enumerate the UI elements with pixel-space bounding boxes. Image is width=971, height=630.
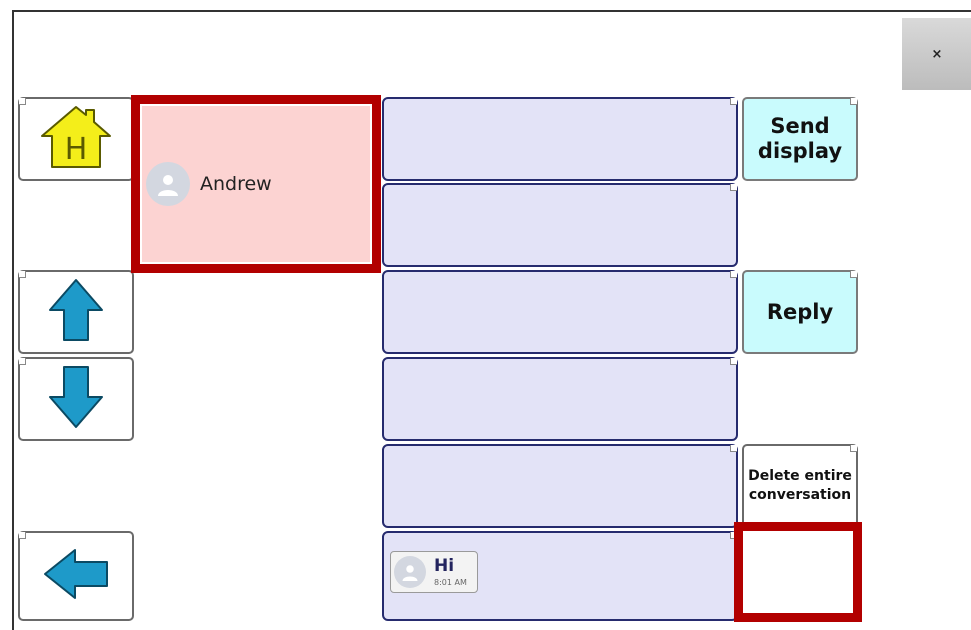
send-display-label: Send display bbox=[757, 114, 843, 163]
delete-conversation-label: Delete entire conversation bbox=[748, 468, 852, 503]
home-icon: H bbox=[39, 104, 113, 174]
message-bubble: Hi 8:01 AM bbox=[390, 551, 478, 593]
person-icon bbox=[394, 556, 426, 588]
arrow-left-icon bbox=[43, 548, 109, 604]
contact-andrew[interactable]: Andrew bbox=[131, 95, 381, 273]
message-text: Hi bbox=[434, 555, 455, 576]
message-slot-6[interactable]: Hi 8:01 AM bbox=[382, 531, 738, 621]
person-icon bbox=[146, 162, 190, 206]
scroll-down-button[interactable] bbox=[18, 357, 134, 441]
home-button[interactable]: H bbox=[18, 97, 134, 181]
message-slot-1[interactable] bbox=[382, 97, 738, 181]
back-button[interactable] bbox=[18, 531, 134, 621]
close-button[interactable]: × bbox=[902, 18, 971, 90]
contact-card: Andrew bbox=[142, 106, 370, 262]
reply-label: Reply bbox=[766, 299, 834, 324]
send-display-button[interactable]: Send display bbox=[742, 97, 858, 181]
contact-name: Andrew bbox=[200, 173, 272, 195]
message-slot-3[interactable] bbox=[382, 270, 738, 354]
arrow-down-icon bbox=[48, 365, 104, 433]
arrow-up-icon bbox=[48, 278, 104, 346]
message-slot-2[interactable] bbox=[382, 183, 738, 267]
message-slot-5[interactable] bbox=[382, 444, 738, 528]
message-slot-4[interactable] bbox=[382, 357, 738, 441]
close-label: × bbox=[931, 46, 943, 62]
scroll-up-button[interactable] bbox=[18, 270, 134, 354]
reply-button[interactable]: Reply bbox=[742, 270, 858, 354]
delete-conversation-button[interactable]: Delete entire conversation bbox=[742, 444, 858, 528]
empty-selected-cell[interactable] bbox=[734, 522, 862, 622]
message-time: 8:01 AM bbox=[434, 577, 467, 587]
svg-text:H: H bbox=[65, 132, 88, 167]
